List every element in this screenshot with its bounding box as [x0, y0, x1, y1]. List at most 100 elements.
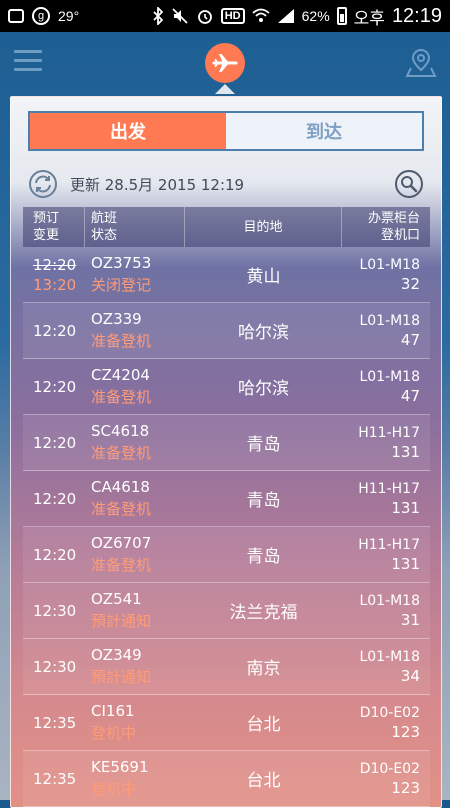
ampm: 오후 [353, 8, 385, 28]
gate-number: 34 [400, 666, 420, 685]
flight-status: 关闭登记 [91, 276, 152, 294]
table-row[interactable]: 12:35 KE5691 登机中 台北 D10-E02 123 [23, 751, 430, 807]
flight-number: CZ4204 [91, 366, 150, 384]
flight-status: 准备登机 [91, 388, 152, 406]
battery-percent: 62% [301, 8, 330, 24]
alarm-icon [196, 7, 214, 25]
battery-icon [336, 7, 347, 25]
counter-cell: L01-M18 32 [342, 247, 430, 302]
gate-number: 131 [391, 442, 420, 461]
scheduled-time: 12:30 [33, 601, 77, 620]
destination: 南京 [246, 659, 281, 679]
destination: 青岛 [246, 547, 281, 567]
airplane-icon[interactable] [205, 43, 245, 83]
destination: 哈尔滨 [238, 323, 289, 343]
table-row[interactable]: 12:20 13:20 OZ3753 关闭登记 黄山 L01-M18 32 [23, 247, 430, 303]
time-cell: 12:20 [23, 527, 85, 582]
flight-status: 登机中 [91, 724, 137, 742]
time-cell: 12:35 [23, 695, 85, 750]
flight-cell: OZ3753 关闭登记 [85, 247, 185, 302]
table-body: 12:20 13:20 OZ3753 关闭登记 黄山 L01-M18 32 12:20 OZ33… [23, 247, 430, 807]
header-destination: 目的地 [185, 207, 342, 247]
flight-cell: CA4618 准备登机 [85, 471, 185, 526]
header-counter: 办票柜台 登机口 [342, 207, 430, 247]
flight-table: 预订 变更 航班 状态 目的地 办票柜台 登机口 12:20 13:20 OZ375… [23, 207, 430, 807]
time-cell: 12:20 [23, 415, 85, 470]
time-cell: 12:20 [23, 303, 85, 358]
refresh-icon[interactable] [28, 169, 58, 199]
table-row[interactable]: 12:30 OZ541 預計通知 法兰克福 L01-M18 31 [23, 583, 430, 639]
gate-number: 131 [391, 554, 420, 573]
flight-status: 准备登机 [91, 332, 152, 350]
header-schedule-line2: 变更 [33, 228, 60, 243]
changed-time: 13:20 [33, 275, 77, 294]
tab-departures[interactable]: 出发 [30, 113, 226, 149]
checkin-counter: D10-E02 [359, 760, 420, 777]
hd-voice-icon: HD [220, 8, 245, 24]
gate-number: 47 [400, 386, 420, 405]
flight-board-panel: 出发 到达 更新 28.5月 2015 12:19 预订 变更 航班 状态 目的… [10, 96, 442, 808]
search-icon[interactable] [394, 169, 424, 199]
checkin-counter: H11-H17 [358, 536, 420, 553]
flight-cell: SC4618 准备登机 [85, 415, 185, 470]
last-updated-text: 更新 28.5月 2015 12:19 [70, 175, 245, 194]
destination: 台北 [246, 715, 281, 735]
flight-number: CA4618 [91, 478, 150, 496]
checkin-counter: L01-M18 [359, 592, 420, 609]
checkin-counter: L01-M18 [359, 368, 420, 385]
flight-cell: OZ339 准备登机 [85, 303, 185, 358]
checkin-counter: H11-H17 [358, 480, 420, 497]
counter-cell: D10-E02 123 [342, 751, 430, 806]
table-row[interactable]: 12:20 OZ6707 准备登机 青岛 H11-H17 131 [23, 527, 430, 583]
bluetooth-icon [152, 7, 164, 25]
counter-cell: L01-M18 31 [342, 583, 430, 638]
gate-number: 32 [400, 274, 420, 293]
flight-status: 預計通知 [91, 668, 152, 686]
time-cell: 12:35 [23, 751, 85, 806]
panel-pointer [215, 84, 235, 94]
time-cell: 12:30 [23, 639, 85, 694]
signal-icon [277, 8, 295, 24]
header-schedule: 预订 变更 [23, 207, 85, 247]
counter-cell: L01-M18 47 [342, 359, 430, 414]
status-bar: g 29° HD 62% 오후 12:19 [0, 0, 450, 32]
table-row[interactable]: 12:30 OZ349 預計通知 南京 L01-M18 34 [23, 639, 430, 695]
tab-arrivals[interactable]: 到达 [226, 113, 422, 149]
table-row[interactable]: 12:35 CI161 登机中 台北 D10-E02 123 [23, 695, 430, 751]
table-row[interactable]: 12:20 CZ4204 准备登机 哈尔滨 L01-M18 47 [23, 359, 430, 415]
flight-status: 預計通知 [91, 612, 152, 630]
scheduled-time: 12:35 [33, 769, 77, 788]
flight-cell: CI161 登机中 [85, 695, 185, 750]
header-flight: 航班 状态 [85, 207, 185, 247]
menu-icon[interactable] [14, 50, 42, 72]
table-row[interactable]: 12:20 CA4618 准备登机 青岛 H11-H17 131 [23, 471, 430, 527]
table-row[interactable]: 12:20 OZ339 准备登机 哈尔滨 L01-M18 47 [23, 303, 430, 359]
destination: 黄山 [246, 267, 281, 287]
mute-icon [171, 7, 189, 25]
counter-cell: H11-H17 131 [342, 527, 430, 582]
flight-status: 准备登机 [91, 500, 152, 518]
flight-number: OZ6707 [91, 534, 152, 552]
update-row: 更新 28.5月 2015 12:19 [28, 167, 424, 201]
flight-cell: CZ4204 准备登机 [85, 359, 185, 414]
messenger-icon [8, 9, 24, 23]
flight-cell: OZ6707 准备登机 [85, 527, 185, 582]
scheduled-time: 12:20 [33, 545, 77, 564]
scheduled-time: 12:35 [33, 713, 77, 732]
map-location-icon[interactable] [405, 48, 437, 82]
flight-number: SC4618 [91, 422, 150, 440]
gate-number: 123 [391, 722, 420, 741]
table-header: 预订 变更 航班 状态 目的地 办票柜台 登机口 [23, 207, 430, 247]
temperature: 29° [58, 8, 80, 24]
destination: 哈尔滨 [238, 379, 289, 399]
checkin-counter: L01-M18 [359, 648, 420, 665]
table-row[interactable]: 12:20 SC4618 准备登机 青岛 H11-H17 131 [23, 415, 430, 471]
destination: 台北 [246, 771, 281, 791]
destination: 青岛 [246, 491, 281, 511]
gate-number: 123 [391, 778, 420, 797]
header-schedule-line1: 预订 [33, 211, 60, 226]
gate-number: 47 [400, 330, 420, 349]
counter-cell: L01-M18 47 [342, 303, 430, 358]
original-time: 12:20 [33, 255, 77, 274]
header-flight-line2: 状态 [91, 228, 118, 243]
